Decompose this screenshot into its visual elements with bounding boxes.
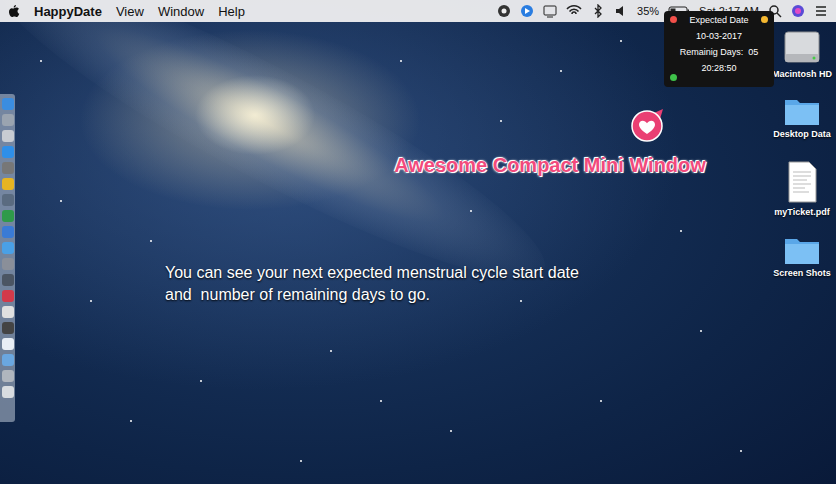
dock-app-icon[interactable] (2, 194, 14, 206)
star (620, 40, 622, 42)
star (330, 350, 332, 352)
desktop-icon-label: Desktop Data (773, 129, 831, 139)
folder-icon (783, 233, 821, 265)
menu-item[interactable]: Window (158, 4, 204, 19)
dock-app-icon[interactable] (2, 370, 14, 382)
desktop-icon-label: myTicket.pdf (774, 207, 829, 217)
star (130, 420, 132, 422)
desktop-icon-label: Macintosh HD (772, 69, 832, 79)
dock-app-icon[interactable] (2, 290, 14, 302)
dock-app-icon[interactable] (2, 178, 14, 190)
remaining-row: Remainig Days: 05 (680, 47, 759, 57)
expected-date: 10-03-2017 (696, 31, 742, 41)
star (500, 120, 502, 122)
dock-app-icon[interactable] (2, 242, 14, 254)
countdown-time: 20:28:50 (701, 63, 736, 73)
dock-app-icon[interactable] (2, 98, 14, 110)
dock-app-icon[interactable] (2, 226, 14, 238)
desktop: HappyDateViewWindowHelp35%Sat 2:17 AMExp… (0, 0, 836, 484)
airplay-icon (543, 4, 557, 18)
minimize-button[interactable] (761, 16, 768, 23)
desktop-icon[interactable]: Screen Shots (768, 233, 836, 278)
caption-line: and number of remaining days to go. (165, 284, 579, 306)
desktop-icon[interactable]: Macintosh HD (768, 24, 836, 79)
dock-app-icon[interactable] (2, 146, 14, 158)
menu-item[interactable]: View (116, 4, 144, 19)
star (90, 300, 92, 302)
status-icon (497, 4, 511, 18)
dock-app-icon[interactable] (2, 354, 14, 366)
siri-icon (791, 4, 805, 18)
close-button[interactable] (670, 16, 677, 23)
wifi-icon (566, 4, 582, 18)
dock-app-icon[interactable] (2, 130, 14, 142)
star (150, 240, 152, 242)
dock-app-icon[interactable] (2, 114, 14, 126)
star (450, 430, 452, 432)
star (200, 380, 202, 382)
zoom-button[interactable] (670, 74, 677, 81)
caption: You can see your next expected menstrual… (165, 262, 579, 306)
mini-window[interactable]: Expected Date 10-03-2017 Remainig Days: 05 2… (664, 11, 774, 87)
star (300, 460, 302, 462)
star (600, 400, 602, 402)
dock-app-icon[interactable] (2, 322, 14, 334)
star (560, 70, 562, 72)
star (520, 300, 522, 302)
star (680, 230, 682, 232)
dock-app-icon[interactable] (2, 306, 14, 318)
star (40, 60, 42, 62)
app-status-icon (520, 4, 534, 18)
desktop-icon[interactable]: myTicket.pdf (768, 160, 836, 217)
notification-icon (814, 4, 828, 18)
folder-icon (783, 94, 821, 126)
apple-icon (8, 4, 20, 18)
bluetooth-icon (591, 4, 605, 18)
remaining-label: Remainig Days: (680, 47, 744, 57)
star (470, 210, 472, 212)
volume-icon (614, 4, 628, 18)
document-icon (785, 160, 819, 204)
drive-icon (781, 24, 823, 66)
desktop-icon-label: Screen Shots (773, 268, 831, 278)
star (380, 400, 382, 402)
menu-item[interactable]: Help (218, 4, 245, 19)
heart-badge-icon (630, 107, 666, 143)
feature-callout: Awesome Compact Mini Window (330, 154, 770, 177)
dock (0, 94, 15, 422)
dock-app-icon[interactable] (2, 210, 14, 222)
dock-app-icon[interactable] (2, 274, 14, 286)
star (400, 60, 402, 62)
star (60, 200, 62, 202)
star (740, 450, 742, 452)
caption-line: You can see your next expected menstrual… (165, 262, 579, 284)
star (700, 330, 702, 332)
remaining-days: 05 (748, 47, 758, 57)
app-menu[interactable]: HappyDate (34, 4, 102, 19)
dock-app-icon[interactable] (2, 162, 14, 174)
mini-title: Expected Date (689, 15, 748, 25)
desktop-icon[interactable]: Desktop Data (768, 94, 836, 139)
dock-app-icon[interactable] (2, 338, 14, 350)
dock-app-icon[interactable] (2, 258, 14, 270)
battery-percent[interactable]: 35% (637, 5, 659, 17)
dock-app-icon[interactable] (2, 386, 14, 398)
